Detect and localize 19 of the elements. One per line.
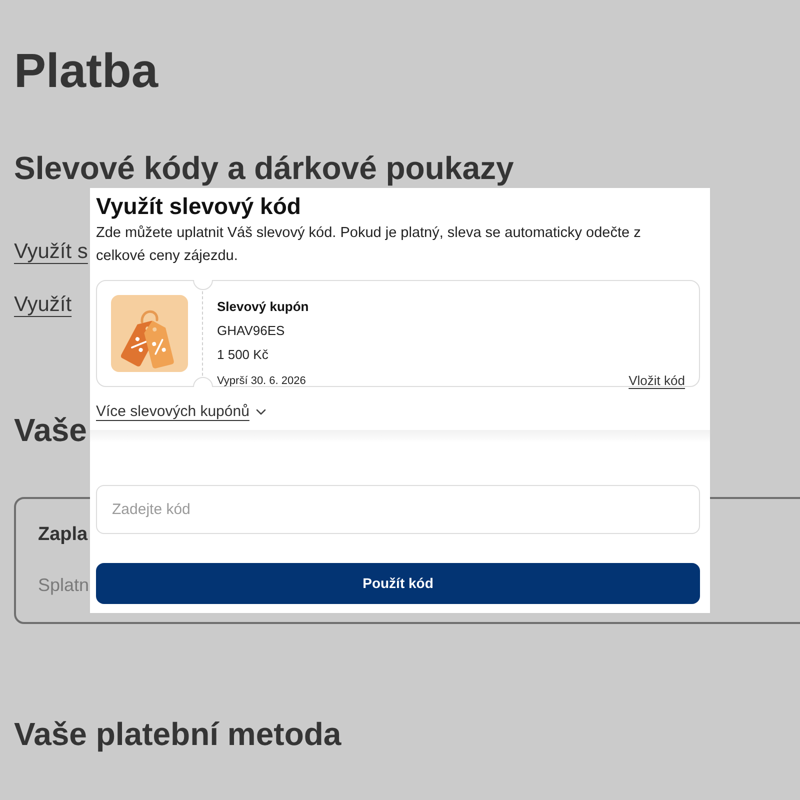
redeem-link[interactable]: Využít s bbox=[14, 237, 88, 267]
coupon-title: Slevový kupón bbox=[217, 298, 309, 316]
section-heading: Slevové kódy a dárkové poukazy bbox=[14, 149, 514, 188]
apply-code-button[interactable]: Použít kód bbox=[96, 563, 700, 604]
redeem-link[interactable]: Využít bbox=[14, 290, 72, 320]
code-input[interactable]: Zadejte kód bbox=[96, 485, 700, 534]
modal-title: Využít slevový kód bbox=[96, 192, 301, 221]
section-heading: Vaše platební metoda bbox=[14, 715, 342, 754]
modal-description: Zde můžete uplatnit Váš slevový kód. Pokud je platný, sleva se automaticky odečte z celkové ceny zájezdu. bbox=[96, 224, 642, 266]
card-title: Zapla bbox=[38, 523, 88, 547]
price-tags-icon bbox=[111, 295, 188, 372]
section-heading: Vaše bbox=[14, 411, 87, 450]
page-title: Platba bbox=[14, 44, 158, 100]
card-text: Splatn bbox=[38, 574, 90, 597]
coupon-amount: 1 500 Kč bbox=[217, 346, 268, 364]
coupon-expiry: Vyprší 30. 6. 2026 bbox=[217, 374, 306, 389]
coupon-code: GHAV96ES bbox=[217, 322, 285, 340]
more-coupons-toggle[interactable]: Více slevových kupónů bbox=[96, 401, 266, 423]
insert-code-link[interactable]: Vložit kód bbox=[628, 372, 685, 390]
